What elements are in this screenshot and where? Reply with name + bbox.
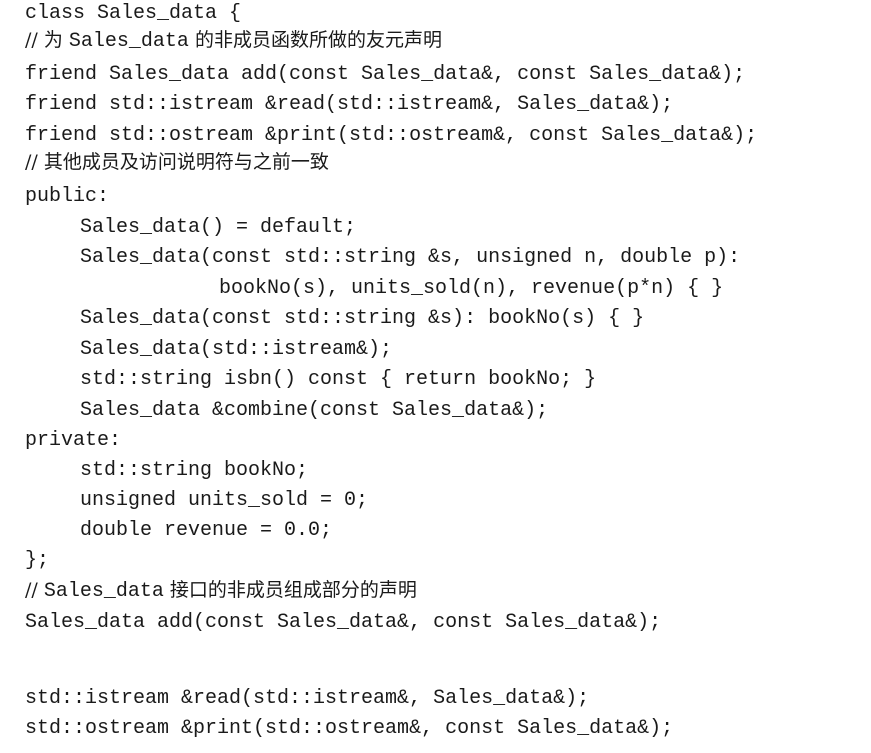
code-line-ctor-istream: Sales_data(std::istream&); (80, 338, 393, 361)
code-line-ctor-full: Sales_data(const std::string &s, unsigne… (80, 246, 741, 269)
code-line-isbn: std::string isbn() const { return bookNo… (80, 368, 597, 391)
comment-class-name: Sales_data (68, 30, 189, 53)
code-line-decl-read: std::istream &read(std::istream&, Sales_… (25, 687, 590, 710)
comment-prefix: // 为 (25, 29, 69, 51)
code-line-combine: Sales_data &combine(const Sales_data&); (80, 399, 549, 422)
code-comment-other: // 其他成员及访问说明符与之前一致 (25, 151, 329, 173)
code-listing: class Sales_data { // 为 Sales_data 的非成员函… (0, 0, 871, 753)
code-line-friend-read: friend std::istream &read(std::istream&,… (25, 93, 674, 116)
comment-prefix: // (25, 579, 44, 601)
code-line-ctor-default: Sales_data() = default; (80, 216, 357, 239)
code-line-decl-add: Sales_data add(const Sales_data&, const … (25, 611, 662, 634)
code-line-friend-add: friend Sales_data add(const Sales_data&,… (25, 63, 746, 86)
comment-text: 接口的非成员组成部分的声明 (163, 579, 417, 601)
code-line-ctor-string: Sales_data(const std::string &s): bookNo… (80, 307, 645, 330)
code-line-ctor-full-init: bookNo(s), units_sold(n), revenue(p*n) {… (219, 277, 724, 300)
code-line-friend-print: friend std::ostream &print(std::ostream&… (25, 124, 758, 147)
code-line-member-revenue: double revenue = 0.0; (80, 519, 333, 542)
code-comment-interface: // Sales_data 接口的非成员组成部分的声明 (25, 578, 417, 603)
code-line-decl-print: std::ostream &print(std::ostream&, const… (25, 717, 674, 740)
comment-text: 的非成员函数所做的友元声明 (188, 29, 442, 51)
code-line-member-bookno: std::string bookNo; (80, 459, 309, 482)
code-line-class-close: }; (25, 549, 50, 572)
code-line-private: private: (25, 429, 122, 452)
code-line-class-open: class Sales_data { (25, 2, 242, 25)
code-line-public: public: (25, 185, 110, 208)
comment-class-name: Sales_data (43, 580, 164, 603)
code-line-member-units: unsigned units_sold = 0; (80, 489, 369, 512)
code-comment-friend: // 为 Sales_data 的非成员函数所做的友元声明 (25, 28, 442, 53)
